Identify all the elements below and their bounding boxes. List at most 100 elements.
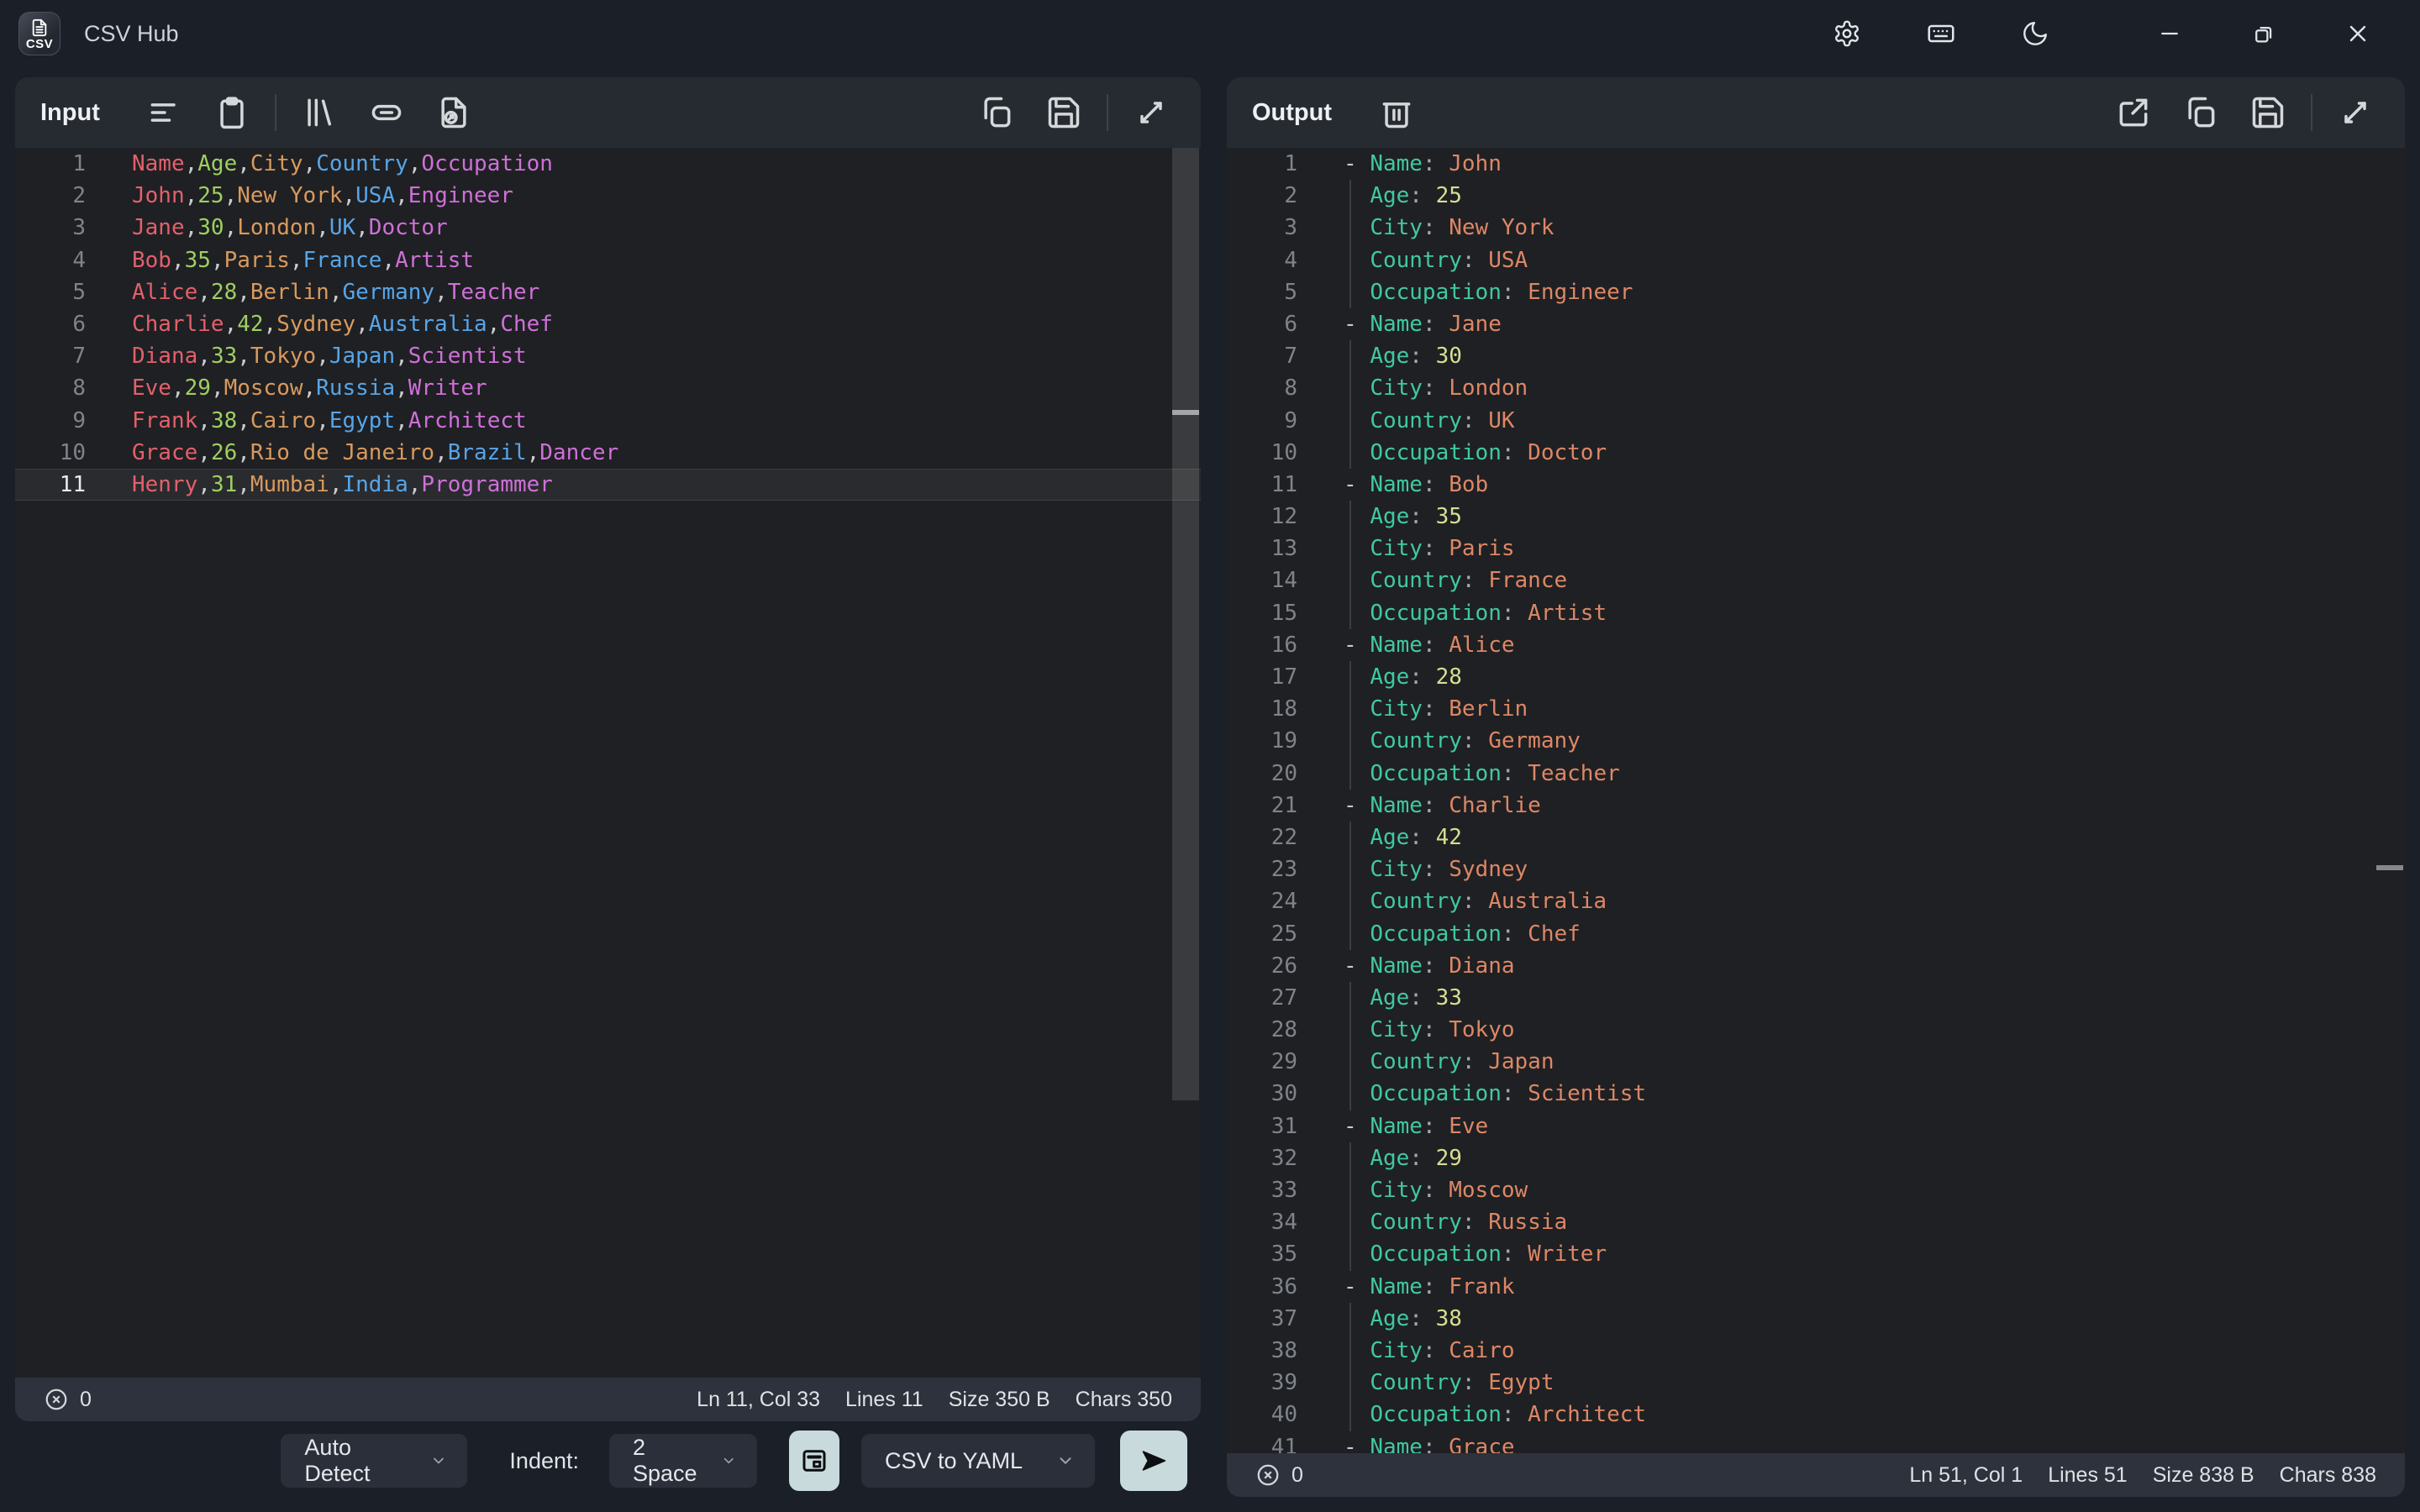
output-code-line: 19 Country: Germany [1227, 725, 2405, 757]
logo-text: CSV [26, 39, 53, 50]
file-import-button[interactable] [433, 92, 475, 134]
output-code-line: 36- Name: Frank [1227, 1271, 2405, 1303]
sample-text-icon [146, 94, 183, 131]
table-view-button[interactable] [789, 1431, 839, 1491]
input-code-line: 2John,25,New York,USA,Engineer [15, 180, 1201, 212]
output-code-line: 40 Occupation: Architect [1227, 1399, 2405, 1431]
output-code-line: 30 Occupation: Scientist [1227, 1078, 2405, 1110]
output-code-line: 5 Occupation: Engineer [1227, 276, 2405, 308]
input-line-count: Lines 11 [845, 1388, 923, 1412]
output-panel: Output [1227, 77, 2405, 1497]
send-arrow-icon [1137, 1444, 1171, 1478]
output-code-line: 16- Name: Alice [1227, 629, 2405, 661]
output-code-line: 27 Age: 33 [1227, 982, 2405, 1014]
share-icon [2115, 94, 2152, 131]
conversion-select-value: CSV to YAML [885, 1448, 1023, 1474]
output-code-line: 35 Occupation: Writer [1227, 1238, 2405, 1270]
output-code-line: 17 Age: 28 [1227, 661, 2405, 693]
input-editor[interactable]: 1Name,Age,City,Country,Occupation2John,2… [15, 148, 1201, 1378]
paste-button[interactable] [211, 92, 253, 134]
paste-icon [213, 94, 250, 131]
input-code-line: 11Henry,31,Mumbai,India,Programmer [15, 469, 1201, 501]
error-circle-icon [44, 1387, 69, 1412]
output-panel-header: Output [1227, 77, 2405, 148]
restore-button[interactable] [2237, 7, 2291, 60]
input-code-line: 8Eve,29,Moscow,Russia,Writer [15, 372, 1201, 404]
moon-icon [2021, 19, 2049, 48]
output-editor[interactable]: 1- Name: John2 Age: 253 City: New York4 … [1227, 148, 2405, 1453]
input-error-badge[interactable]: 0 [44, 1387, 92, 1412]
save-icon [1045, 94, 1082, 131]
output-code-line: 9 Country: UK [1227, 405, 2405, 437]
input-code-line: 7Diana,33,Tokyo,Japan,Scientist [15, 340, 1201, 372]
share-output-button[interactable] [2112, 92, 2154, 134]
expand-input-button[interactable] [1130, 92, 1172, 134]
output-size: Size 838 B [2153, 1463, 2254, 1488]
input-code-line: 4Bob,35,Paris,France,Artist [15, 244, 1201, 276]
input-code-line: 3Jane,30,London,UK,Doctor [15, 212, 1201, 244]
indent-select[interactable]: 2 Space [609, 1434, 757, 1488]
trash-icon [1378, 94, 1415, 131]
sample-data-button[interactable] [144, 92, 186, 134]
copy-input-button[interactable] [976, 92, 1018, 134]
output-code-line: 6- Name: Jane [1227, 308, 2405, 340]
output-code-line: 1- Name: John [1227, 148, 2405, 180]
conversion-select[interactable]: CSV to YAML [861, 1434, 1095, 1488]
theme-toggle-button[interactable] [2008, 7, 2062, 60]
library-button[interactable] [298, 92, 340, 134]
output-line-count: Lines 51 [2048, 1463, 2128, 1488]
output-code-line: 26- Name: Diana [1227, 950, 2405, 982]
file-import-icon [435, 94, 472, 131]
indent-label: Indent: [509, 1448, 579, 1474]
format-select[interactable]: Auto Detect [281, 1434, 467, 1488]
keyboard-icon [1926, 18, 1956, 49]
link-button[interactable] [366, 92, 408, 134]
copy-icon [978, 94, 1015, 131]
convert-button[interactable] [1120, 1431, 1187, 1491]
output-code-line: 20 Occupation: Teacher [1227, 758, 2405, 790]
settings-icon [1833, 19, 1861, 48]
table-view-icon [799, 1446, 829, 1476]
toolbar-separator [275, 94, 276, 131]
minimize-icon [2157, 21, 2182, 46]
output-code-line: 28 City: Tokyo [1227, 1014, 2405, 1046]
save-input-button[interactable] [1043, 92, 1085, 134]
copy-output-button[interactable] [2180, 92, 2222, 134]
settings-button[interactable] [1820, 7, 1874, 60]
close-button[interactable] [2331, 7, 2385, 60]
output-panel-title: Output [1252, 99, 1332, 127]
copy-icon [2182, 94, 2219, 131]
output-code-line: 7 Age: 30 [1227, 340, 2405, 372]
restore-icon [2251, 21, 2276, 46]
output-error-badge[interactable]: 0 [1255, 1462, 1303, 1488]
toolbar-separator [2311, 94, 2312, 131]
output-char-count: Chars 838 [2280, 1463, 2376, 1488]
output-statusbar: 0 Ln 51, Col 1 Lines 51 Size 838 B Chars… [1227, 1453, 2405, 1497]
clear-output-button[interactable] [1376, 92, 1418, 134]
input-code-line: 10Grace,26,Rio de Janeiro,Brazil,Dancer [15, 437, 1201, 469]
library-icon [301, 94, 338, 131]
input-panel-header: Input [15, 77, 1201, 148]
chevron-down-icon [721, 1452, 737, 1470]
output-code-line: 37 Age: 38 [1227, 1303, 2405, 1335]
output-code-line: 11- Name: Bob [1227, 469, 2405, 501]
save-output-button[interactable] [2247, 92, 2289, 134]
output-error-count: 0 [1292, 1463, 1303, 1488]
shortcuts-button[interactable] [1914, 7, 1968, 60]
output-code-line: 38 City: Cairo [1227, 1335, 2405, 1367]
input-code-line: 5Alice,28,Berlin,Germany,Teacher [15, 276, 1201, 308]
output-code-line: 13 City: Paris [1227, 533, 2405, 564]
csv-file-icon [30, 18, 49, 38]
output-code-line: 10 Occupation: Doctor [1227, 437, 2405, 469]
output-code-line: 8 City: London [1227, 372, 2405, 404]
expand-output-button[interactable] [2334, 92, 2376, 134]
output-code-line: 18 City: Berlin [1227, 693, 2405, 725]
input-char-count: Chars 350 [1076, 1388, 1172, 1412]
app-title: CSV Hub [84, 21, 179, 47]
chevron-down-icon [1056, 1452, 1075, 1470]
app-logo: CSV [18, 12, 60, 55]
format-select-value: Auto Detect [304, 1435, 412, 1487]
expand-icon [2337, 94, 2374, 131]
minimize-button[interactable] [2143, 7, 2196, 60]
close-icon [2344, 20, 2371, 47]
